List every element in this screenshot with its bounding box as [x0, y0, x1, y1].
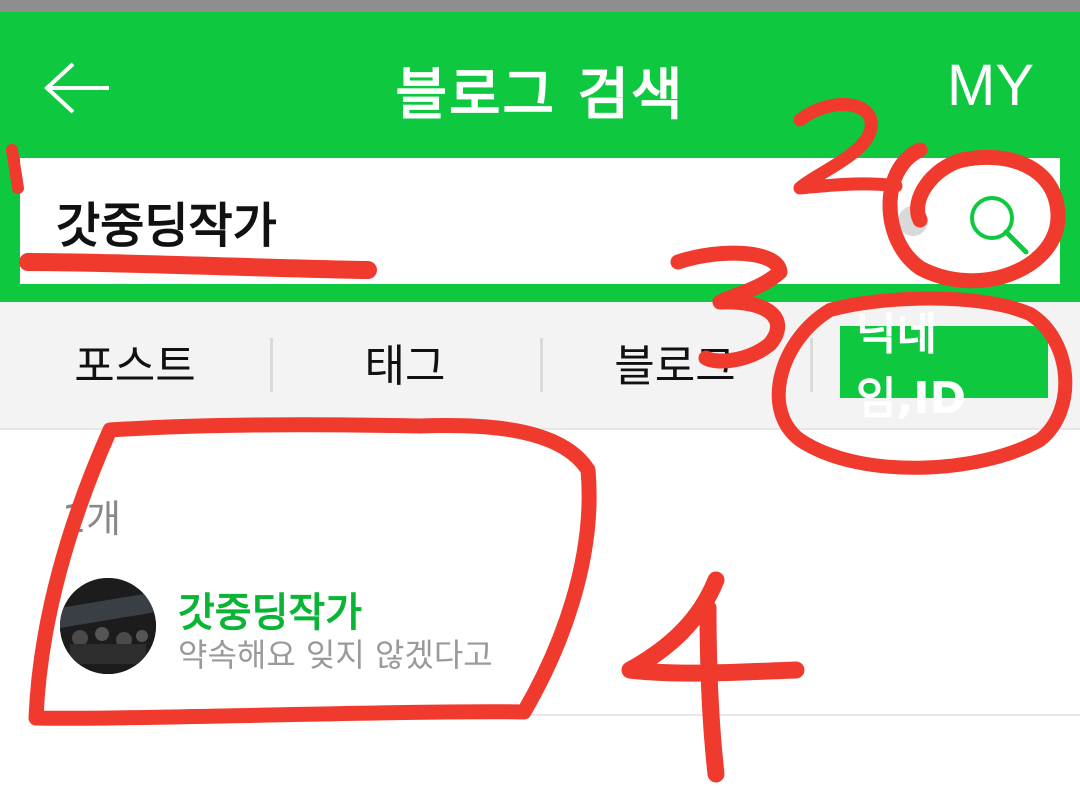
list-item[interactable]: 갓중딩작가 약속해요 잊지 않겠다고 [60, 578, 1020, 678]
tab-nickname-id[interactable]: 닉네임,ID [840, 309, 1048, 424]
tab-divider [540, 338, 543, 392]
search-tabs: 포스트 태그 블로그 닉네임,ID [0, 302, 1080, 430]
page-title: 블로그 검색 [395, 63, 685, 128]
divider [60, 714, 1080, 716]
app-header: 블로그 검색 MY [0, 12, 1080, 302]
clear-icon[interactable] [898, 206, 928, 236]
search-icon [970, 196, 1029, 255]
tab-blog[interactable]: 블로그 [575, 326, 775, 398]
tab-post[interactable]: 포스트 [40, 326, 230, 398]
tab-divider [810, 338, 813, 392]
tab-divider [270, 338, 273, 392]
tab-tag[interactable]: 태그 [305, 326, 505, 398]
search-bar [20, 158, 1060, 284]
result-count: 1개 [62, 497, 122, 541]
avatar [60, 578, 156, 674]
status-bar [0, 0, 1080, 12]
my-button[interactable]: MY [947, 52, 1034, 119]
search-input[interactable] [56, 184, 856, 258]
search-button[interactable] [966, 192, 1032, 258]
result-description: 약속해요 잊지 않겠다고 [178, 636, 493, 674]
